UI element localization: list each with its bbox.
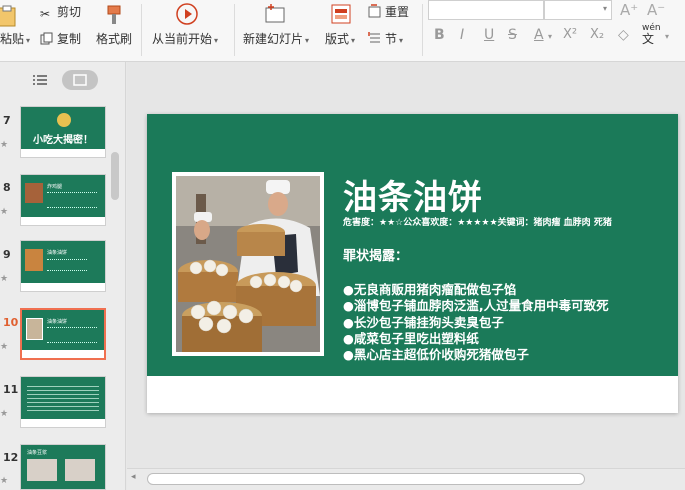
slide-thumbnail-7[interactable]: 小吃大揭密！ — [20, 106, 106, 158]
star-icon: ★ — [0, 342, 9, 352]
slide-number: 7 — [3, 114, 11, 127]
bullet-list: ●无良商贩用猪肉瘤配做包子馅 ●淄博包子铺血脖肉泛滥,人过量食用中毒可致死 ●长… — [343, 282, 609, 363]
section-button[interactable]: 节 ▾ — [368, 30, 403, 47]
font-name-select[interactable] — [428, 0, 544, 20]
font-shrink-button[interactable]: A⁻ — [647, 1, 665, 19]
thumb-title: 油条油饼 — [47, 319, 68, 325]
copy-button[interactable]: 复制 — [40, 30, 81, 47]
thumbnail-scrollbar[interactable] — [111, 152, 119, 200]
slide-view-icon — [73, 74, 87, 86]
font-color-caret-icon[interactable]: ▾ — [548, 32, 552, 41]
copy-label: 复制 — [57, 32, 82, 46]
horizontal-scrollbar[interactable]: ◂ — [127, 468, 685, 490]
reset-label: 重置 — [385, 5, 410, 19]
horizontal-scroll-thumb[interactable] — [147, 473, 585, 485]
slide-thumbnail-11[interactable] — [20, 376, 106, 428]
reset-button[interactable]: 重置 — [368, 3, 409, 20]
ribbon-separator — [422, 4, 423, 56]
slide-title: 油条油饼 — [343, 178, 483, 218]
section-caret-icon[interactable]: ▾ — [399, 36, 403, 45]
star-icon: ★ — [0, 409, 9, 419]
slide-number: 10 — [3, 316, 19, 329]
star-icon: ★ — [0, 207, 9, 217]
thumb-photo — [25, 183, 43, 203]
star-icon: ★ — [0, 140, 9, 150]
format-painter-label: 格式刷 — [96, 32, 133, 46]
cut-button[interactable]: ✂ 剪切 — [40, 3, 81, 21]
font-size-select[interactable]: ▾ — [544, 0, 612, 20]
outline-view-icon[interactable] — [32, 74, 48, 87]
thumb-title: 炸鸡腿 — [47, 184, 63, 190]
from-current-label: 从当前开始 — [152, 32, 213, 46]
subscript-button[interactable]: X₂ — [590, 27, 604, 42]
scroll-left-icon[interactable]: ◂ — [131, 472, 136, 482]
brush-icon — [107, 5, 121, 24]
slide-10[interactable]: 油条油饼 危害度：★★☆公众喜欢度：★★★★★关键词：猪肉瘤 血脖肉 死猪 罪状… — [147, 114, 678, 413]
new-slide-label: 新建幻灯片 — [243, 32, 304, 46]
slide-view-tab[interactable] — [62, 70, 98, 90]
new-slide-icon — [265, 4, 285, 23]
ribbon-separator — [234, 4, 235, 56]
thumb-photo — [25, 249, 43, 271]
crime-heading: 罪状揭露： — [343, 249, 409, 264]
from-current-caret-icon[interactable]: ▾ — [214, 36, 218, 45]
slide-thumbnail-panel: 7 ★ 小吃大揭密！ 8 ★ 炸鸡腿 9 ★ 油条油饼 10 ★ 油条油饼 11… — [0, 62, 126, 490]
slide-number: 8 — [3, 181, 11, 194]
thumb-title: 小吃大揭密！ — [33, 135, 93, 146]
ribbon-separator — [141, 4, 142, 56]
buns-photo — [172, 172, 324, 356]
layout-label: 版式 — [325, 32, 350, 46]
slide-thumbnail-8[interactable]: 炸鸡腿 — [20, 174, 106, 226]
scissors-icon: ✂ — [40, 7, 51, 21]
ribbon-toolbar: 粘贴 ▾ ✂ 剪切 复制 格式刷 从当前开始 ▾ 新建幻灯片 ▾ 版式 ▾ 重置… — [0, 0, 685, 62]
bullet-item: ●长沙包子铺挂狗头卖臭包子 — [343, 314, 504, 330]
pinyin-bottom-label: 文 — [642, 32, 655, 46]
copy-icon — [40, 32, 54, 46]
slide-thumbnail-12[interactable]: 油条豆浆 — [20, 444, 106, 490]
slide-canvas[interactable]: 油条油饼 危害度：★★☆公众喜欢度：★★★★★关键词：猪肉瘤 血脖肉 死猪 罪状… — [127, 62, 685, 468]
cut-label: 剪切 — [57, 5, 82, 19]
italic-button[interactable]: I — [460, 27, 464, 43]
bullet-item: ●黑心店主超低价收购死猪做包子 — [343, 347, 529, 363]
section-icon — [368, 31, 382, 45]
reset-icon — [368, 4, 382, 18]
bold-button[interactable]: B — [434, 27, 445, 43]
font-color-button[interactable]: A — [534, 27, 544, 43]
layout-caret-icon[interactable]: ▾ — [351, 36, 355, 45]
font-size-caret-icon[interactable]: ▾ — [603, 4, 607, 13]
strikethrough-button[interactable]: S — [508, 27, 517, 43]
pinyin-caret-icon[interactable]: ▾ — [665, 32, 669, 41]
panel-view-tabs — [0, 62, 126, 98]
thumb-title: 油条豆浆 — [27, 450, 48, 456]
bullet-item: ●无良商贩用猪肉瘤配做包子馅 — [343, 282, 517, 297]
slide-thumbnail-10[interactable]: 油条油饼 — [20, 308, 106, 360]
clear-format-icon[interactable]: ◇ — [618, 27, 629, 43]
slide-number: 11 — [3, 383, 19, 396]
slide-number: 9 — [3, 248, 11, 261]
thumb-photo — [26, 318, 43, 340]
pinyin-guide-button[interactable]: wén 文 — [642, 23, 661, 46]
paste-caret-icon[interactable]: ▾ — [26, 36, 30, 45]
paste-icon — [0, 5, 16, 27]
layout-icon — [331, 4, 351, 24]
badge-icon — [57, 113, 71, 127]
underline-button[interactable]: U — [484, 27, 494, 43]
slide-thumbnail-9[interactable]: 油条油饼 — [20, 240, 106, 292]
slide-green-band: 油条油饼 危害度：★★☆公众喜欢度：★★★★★关键词：猪肉瘤 血脖肉 死猪 罪状… — [147, 114, 678, 376]
slide-subline: 危害度：★★☆公众喜欢度：★★★★★关键词：猪肉瘤 血脖肉 死猪 — [343, 218, 612, 228]
star-icon: ★ — [0, 476, 9, 486]
superscript-button[interactable]: X² — [563, 27, 577, 42]
bullet-item: ●淄博包子铺血脖肉泛滥,人过量食用中毒可致死 — [343, 298, 609, 314]
bullet-item: ●咸菜包子里吃出塑料纸 — [343, 330, 479, 346]
new-slide-caret-icon[interactable]: ▾ — [305, 36, 309, 45]
play-icon — [176, 3, 198, 25]
section-label: 节 — [385, 32, 398, 46]
star-icon: ★ — [0, 274, 9, 284]
paste-label: 粘贴 — [0, 32, 25, 46]
slide-number: 12 — [3, 451, 19, 464]
font-grow-button[interactable]: A⁺ — [620, 1, 638, 19]
thumb-title: 油条油饼 — [47, 250, 68, 256]
